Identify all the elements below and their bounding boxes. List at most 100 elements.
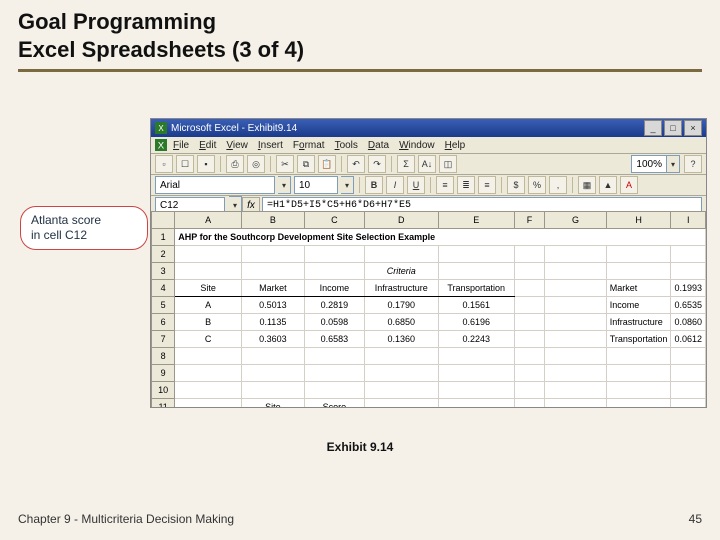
cell-D4[interactable]: Infrastructure [364, 280, 438, 297]
menu-insert[interactable]: Insert [258, 140, 283, 151]
chart-icon[interactable]: ◫ [439, 155, 457, 173]
undo-icon[interactable]: ↶ [347, 155, 365, 173]
align-left-icon[interactable]: ≡ [436, 176, 454, 194]
menu-file[interactable]: FFileile [173, 140, 189, 151]
cell-H7[interactable]: Transportation [606, 331, 671, 348]
cell-B5[interactable]: 0.5013 [242, 297, 305, 314]
col-header-G[interactable]: G [545, 212, 607, 229]
close-button[interactable]: × [684, 120, 702, 136]
percent-icon[interactable]: % [528, 176, 546, 194]
select-all-corner[interactable] [152, 212, 175, 229]
menu-help[interactable]: Help [445, 140, 466, 151]
col-header-I[interactable]: I [671, 212, 706, 229]
minimize-button[interactable]: _ [644, 120, 662, 136]
cell-B7[interactable]: 0.3603 [242, 331, 305, 348]
row-header[interactable]: 11 [152, 399, 175, 408]
align-center-icon[interactable]: ≣ [457, 176, 475, 194]
row-header[interactable]: 10 [152, 382, 175, 399]
comma-icon[interactable]: , [549, 176, 567, 194]
bold-button[interactable]: B [365, 176, 383, 194]
cell-H6[interactable]: Infrastructure [606, 314, 671, 331]
cell-C6[interactable]: 0.0598 [304, 314, 364, 331]
cell-D7[interactable]: 0.1360 [364, 331, 438, 348]
cell-D6[interactable]: 0.6850 [364, 314, 438, 331]
excel-icon: X [155, 122, 167, 134]
font-color-icon[interactable]: A [620, 176, 638, 194]
cell-I6[interactable]: 0.0860 [671, 314, 706, 331]
menu-tools[interactable]: Tools [335, 140, 358, 151]
row-header[interactable]: 9 [152, 365, 175, 382]
cut-icon[interactable]: ✂ [276, 155, 294, 173]
cell-C4[interactable]: Income [304, 280, 364, 297]
row-header[interactable]: 7 [152, 331, 175, 348]
font-name-box[interactable]: Arial [155, 176, 275, 194]
cell-E6[interactable]: 0.6196 [438, 314, 514, 331]
cell-E5[interactable]: 0.1561 [438, 297, 514, 314]
col-header-D[interactable]: D [364, 212, 438, 229]
cell-A4[interactable]: Site [175, 280, 242, 297]
cell-I7[interactable]: 0.0612 [671, 331, 706, 348]
menu-window[interactable]: Window [399, 140, 435, 151]
col-header-A[interactable]: A [175, 212, 242, 229]
redo-icon[interactable]: ↷ [368, 155, 386, 173]
cell-E7[interactable]: 0.2243 [438, 331, 514, 348]
help-icon[interactable]: ? [684, 155, 702, 173]
cell-D5[interactable]: 0.1790 [364, 297, 438, 314]
currency-icon[interactable]: $ [507, 176, 525, 194]
cell-C11[interactable]: Score [304, 399, 364, 408]
maximize-button[interactable]: □ [664, 120, 682, 136]
borders-icon[interactable]: ▦ [578, 176, 596, 194]
row-header[interactable]: 3 [152, 263, 175, 280]
cell-A5[interactable]: A [175, 297, 242, 314]
preview-icon[interactable]: ◎ [247, 155, 265, 173]
autosum-icon[interactable]: Σ [397, 155, 415, 173]
zoom-value[interactable]: 100% [631, 155, 667, 173]
save-icon[interactable]: ▪ [197, 155, 215, 173]
cell-H5[interactable]: Income [606, 297, 671, 314]
row-header[interactable]: 5 [152, 297, 175, 314]
new-icon[interactable]: ▫ [155, 155, 173, 173]
cell-B6[interactable]: 0.1135 [242, 314, 305, 331]
sort-asc-icon[interactable]: A↓ [418, 155, 436, 173]
cell-D3[interactable]: Criteria [364, 263, 438, 280]
svg-text:X: X [158, 124, 164, 133]
size-dropdown-icon[interactable]: ▾ [341, 176, 354, 194]
cell-C7[interactable]: 0.6583 [304, 331, 364, 348]
row-header[interactable]: 1 [152, 229, 175, 246]
cell-C5[interactable]: 0.2819 [304, 297, 364, 314]
zoom-dropdown-icon[interactable]: ▾ [667, 155, 680, 173]
row-header[interactable]: 2 [152, 246, 175, 263]
underline-button[interactable]: U [407, 176, 425, 194]
italic-button[interactable]: I [386, 176, 404, 194]
fill-color-icon[interactable]: ▲ [599, 176, 617, 194]
menu-view[interactable]: View [226, 140, 248, 151]
col-header-F[interactable]: F [514, 212, 544, 229]
col-header-E[interactable]: E [438, 212, 514, 229]
print-icon[interactable]: ⎙ [226, 155, 244, 173]
row-header[interactable]: 4 [152, 280, 175, 297]
menu-data[interactable]: Data [368, 140, 389, 151]
font-size-box[interactable]: 10 [294, 176, 338, 194]
row-header[interactable]: 6 [152, 314, 175, 331]
cell-B4[interactable]: Market [242, 280, 305, 297]
cell-A1[interactable]: AHP for the Southcorp Development Site S… [175, 229, 706, 246]
menu-edit[interactable]: Edit [199, 140, 216, 151]
cell-A6[interactable]: B [175, 314, 242, 331]
cell-I5[interactable]: 0.6535 [671, 297, 706, 314]
col-header-H[interactable]: H [606, 212, 671, 229]
menu-format[interactable]: Format [293, 140, 325, 151]
cell-E4[interactable]: Transportation [438, 280, 514, 297]
worksheet-grid[interactable]: A B C D E F G H I 1AHP for the Southcorp… [151, 211, 706, 407]
cell-H4[interactable]: Market [606, 280, 671, 297]
cell-I4[interactable]: 0.1993 [671, 280, 706, 297]
col-header-B[interactable]: B [242, 212, 305, 229]
col-header-C[interactable]: C [304, 212, 364, 229]
font-dropdown-icon[interactable]: ▾ [278, 176, 291, 194]
row-header[interactable]: 8 [152, 348, 175, 365]
paste-icon[interactable]: 📋 [318, 155, 336, 173]
cell-A7[interactable]: C [175, 331, 242, 348]
cell-B11[interactable]: Site [242, 399, 305, 408]
align-right-icon[interactable]: ≡ [478, 176, 496, 194]
copy-icon[interactable]: ⧉ [297, 155, 315, 173]
open-icon[interactable]: ☐ [176, 155, 194, 173]
